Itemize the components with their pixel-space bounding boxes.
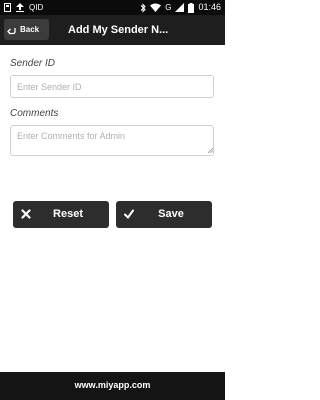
status-time: 01:46	[198, 2, 221, 12]
back-button[interactable]: Back	[4, 19, 49, 40]
status-bar: QID G 01:46	[0, 0, 225, 15]
network-type-label: G	[165, 3, 172, 12]
page-title: Add My Sender N...	[68, 24, 169, 36]
bluetooth-icon	[140, 2, 146, 13]
status-left-text: QID	[29, 3, 44, 12]
notification-icon	[4, 3, 11, 12]
footer: www.miyapp.com	[0, 372, 225, 400]
comments-textarea[interactable]	[10, 125, 214, 156]
wifi-icon	[150, 3, 162, 12]
back-button-label: Back	[20, 25, 40, 34]
back-arrow-icon	[7, 25, 17, 35]
reset-button[interactable]: Reset	[13, 201, 109, 228]
upload-icon	[16, 3, 24, 12]
reset-button-label: Reset	[53, 208, 83, 220]
status-bar-right: G 01:46	[140, 1, 221, 14]
sender-id-input[interactable]	[10, 75, 214, 98]
app-bar: Back Add My Sender N...	[0, 15, 225, 45]
signal-icon	[175, 3, 185, 12]
comments-label: Comments	[10, 108, 59, 119]
save-button-label: Save	[158, 208, 184, 220]
sender-id-label: Sender ID	[10, 58, 56, 69]
network-type-indicator: G	[165, 1, 171, 14]
battery-icon	[188, 2, 195, 13]
status-bar-left: QID	[4, 1, 43, 14]
resize-grip-icon[interactable]	[208, 148, 213, 153]
footer-link[interactable]: www.miyapp.com	[75, 380, 151, 390]
save-button[interactable]: Save	[116, 201, 212, 228]
